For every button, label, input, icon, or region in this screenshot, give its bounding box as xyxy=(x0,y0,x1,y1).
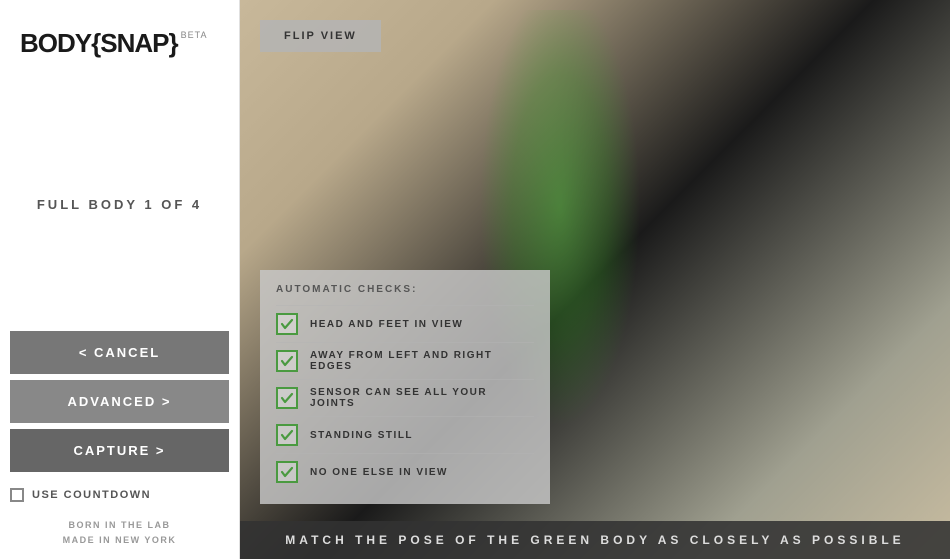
sidebar: BODY{SNAP}BETA FULL BODY 1 OF 4 < CANCEL… xyxy=(0,0,240,559)
checkmark-icon xyxy=(280,465,294,479)
logo-area: BODY{SNAP}BETA xyxy=(0,20,239,77)
checks-panel: AUTOMATIC CHECKS: HEAD AND FEET IN VIEW … xyxy=(260,270,550,504)
advanced-button[interactable]: ADVANCED > xyxy=(10,380,229,423)
sidebar-footer: BORN IN THE LAB MADE IN NEW YORK xyxy=(63,508,177,559)
check-icon-head-feet xyxy=(276,313,298,335)
logo: BODY{SNAP}BETA xyxy=(20,30,207,57)
check-text-head-feet: HEAD AND FEET IN VIEW xyxy=(310,319,463,330)
countdown-row: USE COUNTDOWN xyxy=(0,482,239,508)
countdown-label: USE COUNTDOWN xyxy=(32,489,151,501)
checkmark-icon xyxy=(280,317,294,331)
bottom-bar: MATCH THE POSE OF THE GREEN BODY AS CLOS… xyxy=(240,521,950,559)
flip-view-button[interactable]: FLIP VIEW xyxy=(260,20,381,52)
checkmark-icon xyxy=(280,354,294,368)
check-text-joints: SENSOR CAN SEE ALL YOUR JOINTS xyxy=(310,387,534,409)
check-icon-edges xyxy=(276,350,298,372)
checks-title: AUTOMATIC CHECKS: xyxy=(276,284,534,295)
check-icon-still xyxy=(276,424,298,446)
check-item-still: STANDING STILL xyxy=(276,416,534,453)
check-item-head-feet: HEAD AND FEET IN VIEW xyxy=(276,305,534,342)
check-item-joints: SENSOR CAN SEE ALL YOUR JOINTS xyxy=(276,379,534,416)
check-text-still: STANDING STILL xyxy=(310,430,413,441)
check-item-noone: NO ONE ELSE IN VIEW xyxy=(276,453,534,490)
check-icon-joints xyxy=(276,387,298,409)
check-icon-noone xyxy=(276,461,298,483)
logo-text: BODY{SNAP} xyxy=(20,28,178,58)
main-area: FLIP VIEW AUTOMATIC CHECKS: HEAD AND FEE… xyxy=(240,0,950,559)
beta-badge: BETA xyxy=(181,30,208,40)
pose-label: FULL BODY 1 OF 4 xyxy=(37,77,202,331)
checkmark-icon xyxy=(280,428,294,442)
check-item-edges: AWAY FROM LEFT AND RIGHT EDGES xyxy=(276,342,534,379)
check-text-edges: AWAY FROM LEFT AND RIGHT EDGES xyxy=(310,350,534,372)
check-text-noone: NO ONE ELSE IN VIEW xyxy=(310,467,448,478)
countdown-checkbox[interactable] xyxy=(10,488,24,502)
capture-button[interactable]: CAPTURE > xyxy=(10,429,229,472)
sidebar-buttons: < CANCEL ADVANCED > CAPTURE > xyxy=(0,331,239,482)
cancel-button[interactable]: < CANCEL xyxy=(10,331,229,374)
checkmark-icon xyxy=(280,391,294,405)
